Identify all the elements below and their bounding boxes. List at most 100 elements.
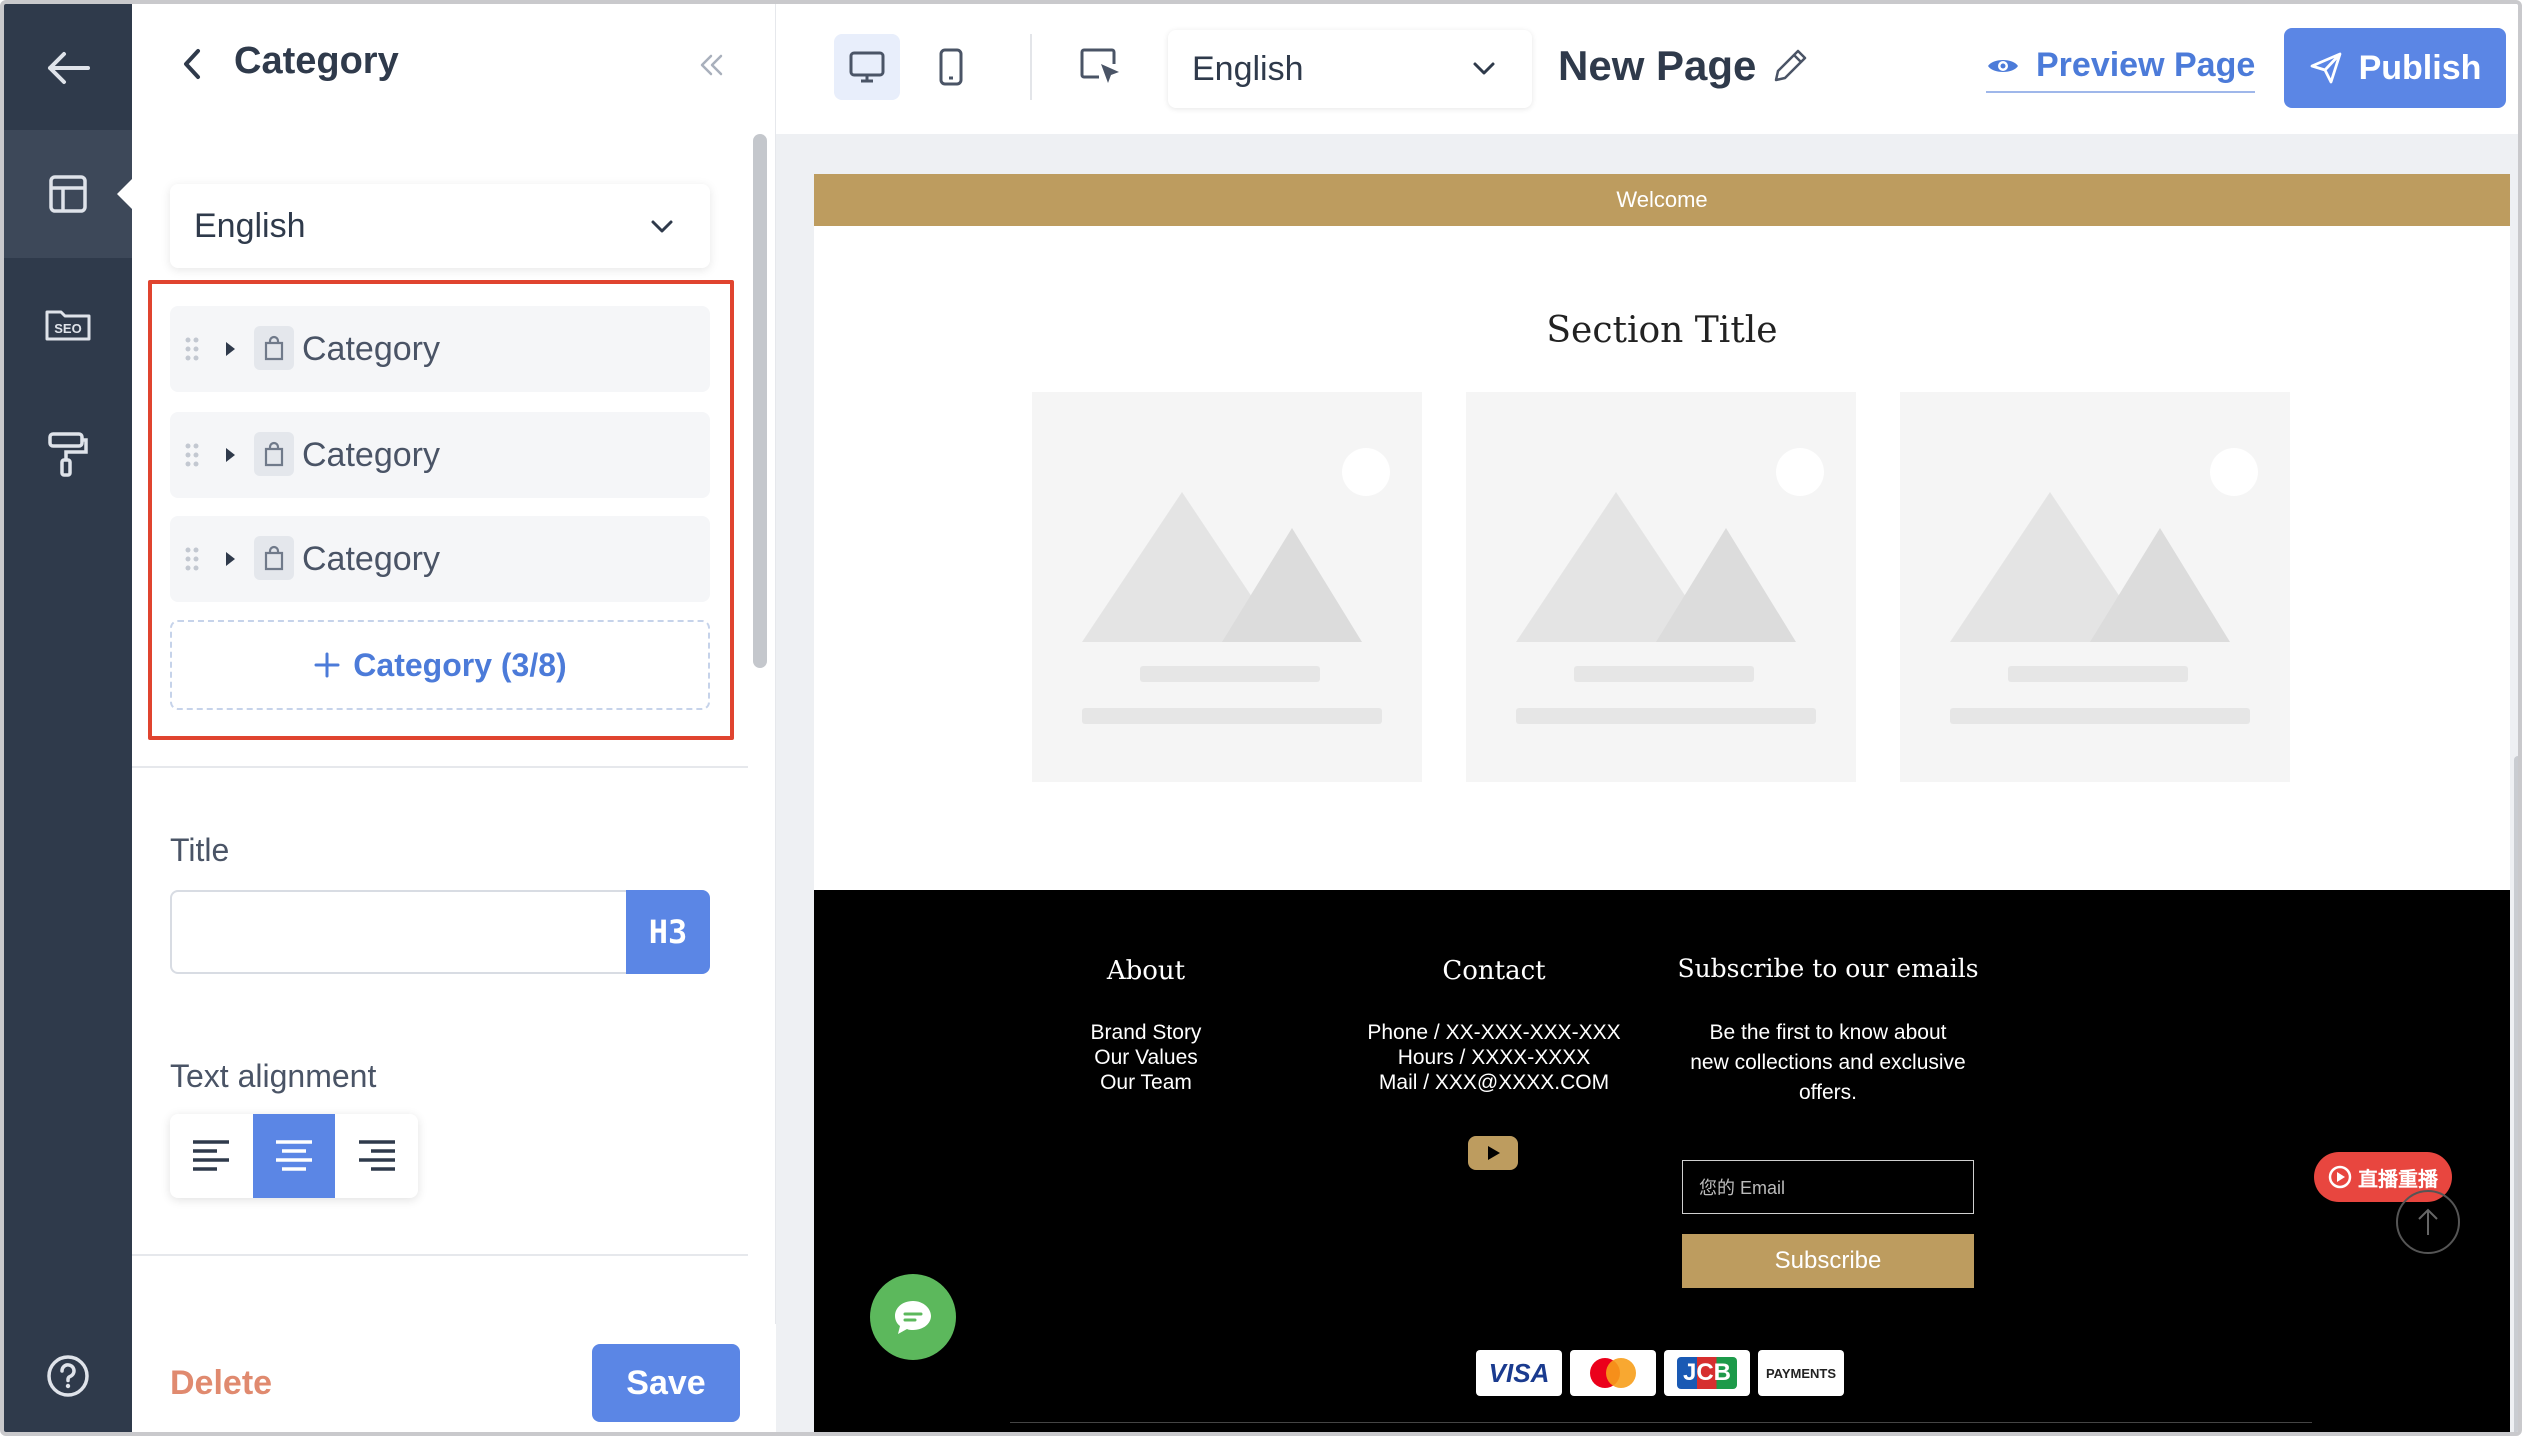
editor-canvas: Welcome Section Title About Brand Story … <box>776 134 2518 1432</box>
panel-language-select[interactable]: English <box>170 184 710 268</box>
welcome-bar[interactable]: Welcome <box>814 174 2510 226</box>
title-input[interactable] <box>170 890 630 974</box>
footer-link[interactable]: Brand Story <box>1046 1020 1246 1045</box>
footer-contact-lines: Phone / XX-XXX-XXX-XXX Hours / XXXX-XXXX… <box>1344 1020 1644 1095</box>
footer-link[interactable]: Our Team <box>1046 1070 1246 1095</box>
left-rail: SEO <box>4 4 132 1432</box>
align-left-button[interactable] <box>170 1114 253 1198</box>
plus-icon <box>314 652 340 678</box>
desktop-view-button[interactable] <box>834 34 900 100</box>
toolbar-language-select[interactable]: English <box>1168 30 1532 108</box>
payments-label: PAYMENTS <box>1765 1365 1837 1381</box>
jcb-label: JCB <box>1676 1357 1737 1389</box>
cursor-select-icon <box>1080 48 1119 83</box>
panel-title: Category <box>234 40 399 82</box>
layout-icon <box>49 175 87 213</box>
preview-page-link[interactable]: Preview Page <box>1986 46 2256 93</box>
section-divider <box>132 766 748 768</box>
image-placeholder-icon <box>1516 448 1824 642</box>
eye-icon <box>1988 59 2018 72</box>
select-mode-button[interactable] <box>1068 34 1134 100</box>
live-replay-label: 直播重播 <box>2358 1168 2438 1191</box>
footer-subscribe-button[interactable]: Subscribe <box>1682 1234 1974 1288</box>
play-circle-icon <box>2328 1165 2352 1189</box>
section-title[interactable]: Section Title <box>814 310 2510 351</box>
category-item[interactable]: Category <box>170 306 710 392</box>
chat-button[interactable] <box>870 1274 956 1360</box>
help-icon <box>47 1355 89 1397</box>
chat-icon <box>895 1301 931 1334</box>
footer-email-input[interactable]: 您的 Email <box>1682 1160 1974 1214</box>
caret-right-icon[interactable] <box>224 550 236 568</box>
save-button[interactable]: Save <box>592 1344 740 1422</box>
back-to-top-button[interactable] <box>2396 1190 2460 1254</box>
panel-language-value: English <box>194 206 306 245</box>
placeholder-bar <box>1516 708 1816 724</box>
mastercard-icon <box>1590 1358 1636 1388</box>
back-button[interactable] <box>4 4 132 132</box>
top-toolbar: English New Page Preview Page Publish <box>776 4 2518 134</box>
help-button[interactable] <box>4 1312 132 1432</box>
placeholder-bar <box>1140 666 1320 682</box>
category-card[interactable] <box>1032 392 1422 782</box>
placeholder-bar <box>1950 708 2250 724</box>
publish-label: Publish <box>2358 48 2482 87</box>
back-arrow-icon <box>48 52 90 84</box>
pencil-icon[interactable] <box>1770 46 1810 86</box>
footer-subscribe-description: Be the first to know about new collectio… <box>1690 1021 1966 1104</box>
text-alignment-label: Text alignment <box>170 1058 377 1094</box>
align-left-icon <box>193 1140 230 1171</box>
shopping-bag-icon <box>254 536 294 580</box>
caret-right-icon[interactable] <box>224 446 236 464</box>
category-label: Category <box>302 435 440 474</box>
category-label: Category <box>302 539 440 578</box>
footer-link[interactable]: Our Values <box>1046 1045 1246 1070</box>
category-item[interactable]: Category <box>170 412 710 498</box>
align-center-button[interactable] <box>252 1114 336 1198</box>
youtube-icon[interactable] <box>1468 1136 1518 1170</box>
shopping-bag-icon <box>254 326 294 370</box>
rail-layout-button[interactable] <box>4 130 132 258</box>
caret-right-icon[interactable] <box>224 340 236 358</box>
chevron-left-icon[interactable] <box>182 48 202 80</box>
site-footer[interactable]: About Brand Story Our Values Our Team Co… <box>814 890 2510 1432</box>
rail-theme-button[interactable] <box>4 390 132 518</box>
preview-label: Preview Page <box>2036 46 2256 84</box>
settings-panel: Category English Category Category Categ… <box>132 4 776 1432</box>
mobile-view-button[interactable] <box>918 34 984 100</box>
add-category-button[interactable]: Category (3/8) <box>170 620 710 710</box>
rail-seo-button[interactable]: SEO <box>4 260 132 388</box>
title-field-label: Title <box>170 832 230 868</box>
section-divider <box>132 1254 748 1256</box>
contact-line: Hours / XXXX-XXXX <box>1397 1046 1591 1069</box>
double-chevron-left-icon[interactable] <box>700 54 724 76</box>
chevron-down-icon <box>651 220 673 233</box>
app-window: SEO Category English Category Category C… <box>0 0 2522 1436</box>
drag-handle-icon[interactable] <box>184 546 200 572</box>
category-card[interactable] <box>1900 392 2290 782</box>
panel-header: Category <box>132 4 776 128</box>
footer-about-links: Brand Story Our Values Our Team <box>1046 1020 1246 1095</box>
svg-text:SEO: SEO <box>54 321 81 336</box>
mastercard-badge <box>1570 1350 1656 1396</box>
delete-button[interactable]: Delete <box>170 1364 272 1403</box>
category-card[interactable] <box>1466 392 1856 782</box>
chevron-down-icon <box>1473 62 1495 75</box>
footer-subscribe-heading: Subscribe to our emails <box>1677 954 1979 983</box>
payments-badge: PAYMENTS <box>1758 1350 1844 1396</box>
align-right-icon <box>358 1140 395 1171</box>
panel-scrollbar[interactable] <box>753 134 767 668</box>
drag-handle-icon[interactable] <box>184 336 200 362</box>
image-placeholder-icon <box>1082 448 1390 642</box>
placeholder-bar <box>1574 666 1754 682</box>
publish-button[interactable]: Publish <box>2284 28 2506 108</box>
category-label: Category <box>302 329 440 368</box>
heading-level-button[interactable]: H3 <box>626 890 710 974</box>
category-item[interactable]: Category <box>170 516 710 602</box>
panel-footer: Delete Save <box>132 1324 776 1432</box>
footer-rule <box>1010 1422 2312 1423</box>
align-right-button[interactable] <box>335 1114 418 1198</box>
drag-handle-icon[interactable] <box>184 442 200 468</box>
page-name-text: New Page <box>1558 42 1757 89</box>
canvas-scrollbar[interactable] <box>2514 756 2518 1432</box>
